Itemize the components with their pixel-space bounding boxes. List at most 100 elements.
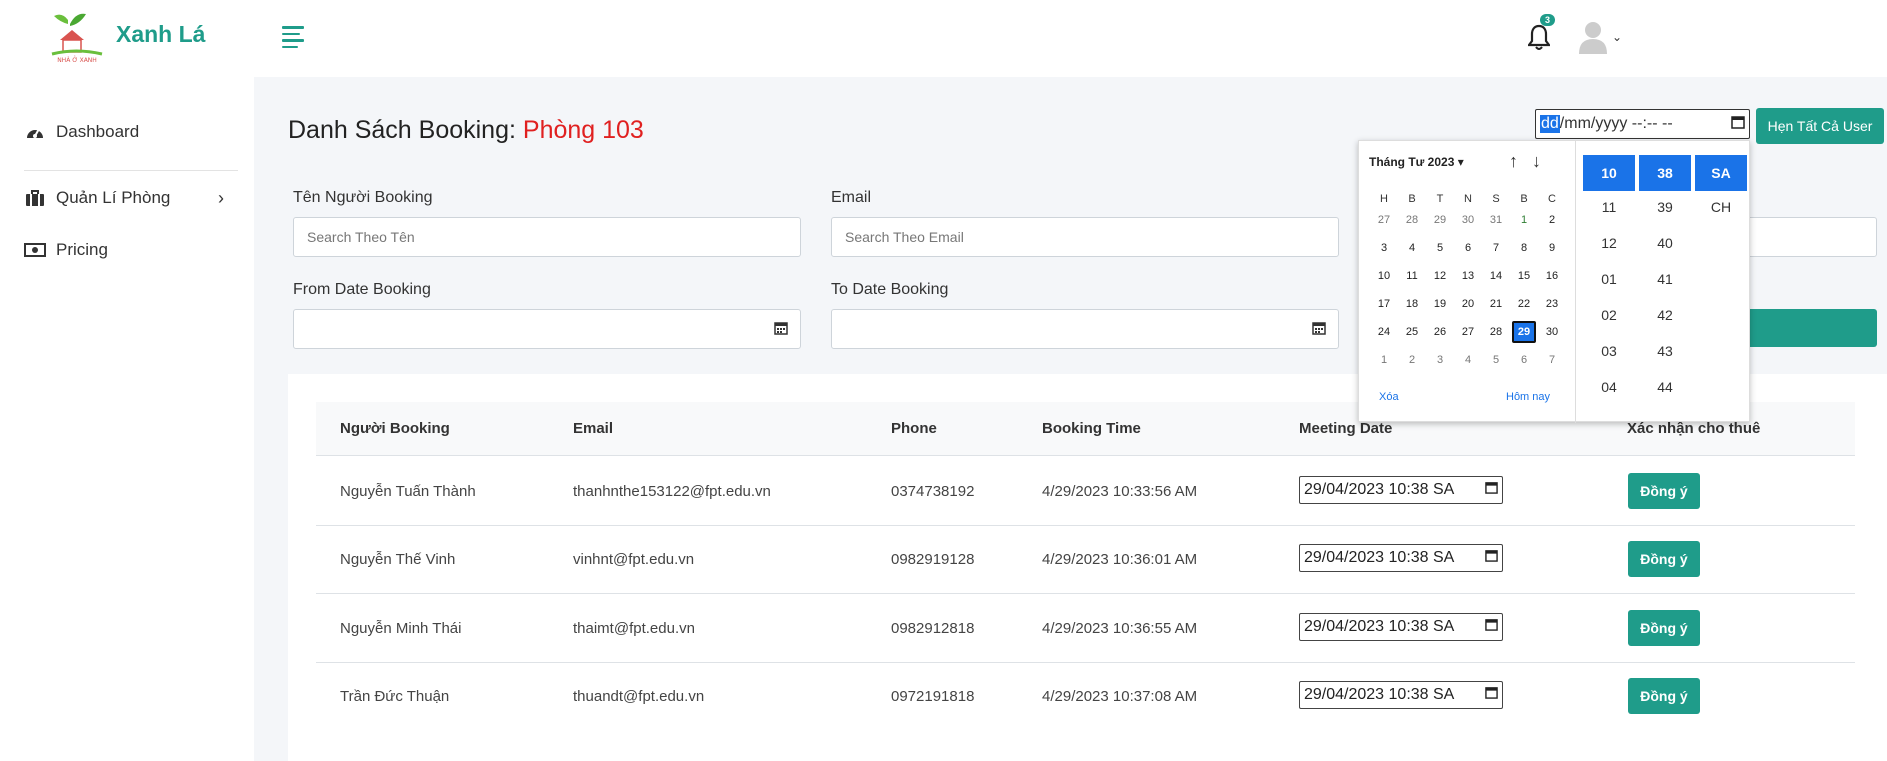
col-header-meeting-date: Meeting Date (1299, 420, 1393, 437)
picker-day[interactable]: 18 (1400, 293, 1424, 315)
picker-day[interactable]: 7 (1484, 237, 1508, 259)
picker-minute[interactable]: 43 (1639, 343, 1691, 359)
extra-filter-input[interactable] (1741, 217, 1877, 257)
picker-day[interactable]: 5 (1428, 237, 1452, 259)
picker-minute[interactable]: 42 (1639, 307, 1691, 323)
picker-day[interactable]: 28 (1484, 321, 1508, 343)
calendar-icon[interactable] (1485, 481, 1498, 499)
calendar-icon[interactable] (1485, 618, 1498, 636)
picker-day[interactable]: 24 (1372, 321, 1396, 343)
arrow-down-icon[interactable]: ↓ (1532, 151, 1555, 171)
picker-day[interactable]: 28 (1400, 209, 1424, 231)
picker-day[interactable]: 27 (1456, 321, 1480, 343)
picker-day[interactable]: 26 (1428, 321, 1452, 343)
brand-logo[interactable]: NHÀ Ở XANH Xanh Lá (46, 12, 205, 64)
picker-day[interactable]: 10 (1372, 265, 1396, 287)
datetime-day-segment[interactable]: dd (1540, 115, 1560, 133)
picker-hour[interactable]: 12 (1583, 235, 1635, 251)
picker-day[interactable]: 4 (1456, 349, 1480, 371)
picker-day[interactable]: 31 (1484, 209, 1508, 231)
row-1-meeting-date-input[interactable]: 29/04/2023 10:38 SA (1299, 476, 1503, 504)
name-search-input[interactable]: Search Theo Tên (293, 217, 801, 257)
picker-today-button[interactable]: Hôm nay (1506, 391, 1550, 403)
picker-day[interactable]: 16 (1540, 265, 1564, 287)
picker-hour-selected[interactable]: 10 (1583, 155, 1635, 191)
picker-minute[interactable]: 39 (1639, 199, 1691, 215)
weekday-label: C (1548, 193, 1556, 205)
schedule-datetime-input[interactable]: dd /mm/yyyy --:-- -- (1535, 109, 1750, 139)
sidebar-item-dashboard[interactable]: Dashboard (24, 122, 234, 142)
picker-hour[interactable]: 04 (1583, 379, 1635, 395)
schedule-all-button[interactable]: Hẹn Tất Cả User (1756, 108, 1884, 144)
from-date-input[interactable] (293, 309, 801, 349)
row-4-meeting-date-input[interactable]: 29/04/2023 10:38 SA (1299, 681, 1503, 709)
to-date-input[interactable] (831, 309, 1339, 349)
picker-minute[interactable]: 41 (1639, 271, 1691, 287)
picker-day[interactable]: 9 (1540, 237, 1564, 259)
picker-day[interactable]: 27 (1372, 209, 1396, 231)
chevron-down-icon[interactable]: ⌄ (1612, 30, 1622, 44)
picker-day[interactable]: 6 (1456, 237, 1480, 259)
calendar-icon[interactable] (1312, 321, 1326, 338)
picker-day[interactable]: 19 (1428, 293, 1452, 315)
row-2-meeting-date-input[interactable]: 29/04/2023 10:38 SA (1299, 544, 1503, 572)
picker-day[interactable]: 7 (1540, 349, 1564, 371)
picker-minute[interactable]: 44 (1639, 379, 1691, 395)
picker-day[interactable]: 23 (1540, 293, 1564, 315)
calendar-icon[interactable] (1485, 549, 1498, 567)
picker-day[interactable]: 30 (1456, 209, 1480, 231)
picker-day[interactable]: 30 (1540, 321, 1564, 343)
picker-day[interactable]: 2 (1400, 349, 1424, 371)
row-4-name: Trần Đức Thuận (340, 688, 450, 705)
picker-day[interactable]: 1 (1512, 209, 1536, 231)
picker-day[interactable]: 2 (1540, 209, 1564, 231)
sidebar-item-pricing[interactable]: Pricing (24, 240, 234, 260)
picker-day[interactable]: 8 (1512, 237, 1536, 259)
weekday-label: H (1380, 193, 1388, 205)
menu-toggle-icon[interactable] (282, 26, 304, 48)
picker-minute-selected[interactable]: 38 (1639, 155, 1691, 191)
picker-hour[interactable]: 01 (1583, 271, 1635, 287)
picker-day[interactable]: 29 (1428, 209, 1452, 231)
picker-day[interactable]: 17 (1372, 293, 1396, 315)
calendar-icon[interactable] (774, 321, 788, 338)
picker-day[interactable]: 11 (1400, 265, 1424, 287)
picker-day[interactable]: 25 (1400, 321, 1424, 343)
picker-day[interactable]: 14 (1484, 265, 1508, 287)
picker-day-selected[interactable]: 29 (1512, 321, 1536, 343)
picker-day[interactable]: 4 (1400, 237, 1424, 259)
picker-hour[interactable]: 11 (1583, 199, 1635, 215)
picker-period-selected[interactable]: SA (1695, 155, 1747, 191)
row-3-meeting-date-input[interactable]: 29/04/2023 10:38 SA (1299, 613, 1503, 641)
picker-day[interactable]: 3 (1372, 237, 1396, 259)
row-1-approve-button[interactable]: Đồng ý (1628, 473, 1700, 509)
picker-day[interactable]: 1 (1372, 349, 1396, 371)
picker-day[interactable]: 13 (1456, 265, 1480, 287)
picker-day[interactable]: 15 (1512, 265, 1536, 287)
calendar-icon[interactable] (1485, 686, 1498, 704)
picker-clear-button[interactable]: Xóa (1379, 391, 1399, 403)
picker-day[interactable]: 6 (1512, 349, 1536, 371)
calendar-icon[interactable] (1731, 115, 1745, 134)
picker-minute[interactable]: 40 (1639, 235, 1691, 251)
picker-hour[interactable]: 02 (1583, 307, 1635, 323)
picker-period[interactable]: CH (1695, 199, 1747, 215)
row-2-approve-button[interactable]: Đồng ý (1628, 541, 1700, 577)
avatar[interactable] (1578, 20, 1608, 54)
picker-day[interactable]: 5 (1484, 349, 1508, 371)
picker-month-select[interactable]: Tháng Tư 2023 ▾ (1369, 155, 1464, 169)
picker-day[interactable]: 21 (1484, 293, 1508, 315)
picker-hour[interactable]: 03 (1583, 343, 1635, 359)
datetime-rest-segment: /mm/yyyy --:-- -- (1559, 115, 1673, 132)
picker-day[interactable]: 12 (1428, 265, 1452, 287)
arrow-up-icon[interactable]: ↑ (1509, 151, 1532, 171)
sidebar-item-room-management[interactable]: Quản Lí Phòng › (24, 188, 234, 208)
bell-icon[interactable] (1528, 24, 1550, 50)
picker-day[interactable]: 22 (1512, 293, 1536, 315)
email-search-input[interactable]: Search Theo Email (831, 217, 1339, 257)
filter-button[interactable] (1741, 309, 1877, 347)
row-3-approve-button[interactable]: Đồng ý (1628, 610, 1700, 646)
picker-day[interactable]: 3 (1428, 349, 1452, 371)
row-4-approve-button[interactable]: Đồng ý (1628, 678, 1700, 714)
picker-day[interactable]: 20 (1456, 293, 1480, 315)
